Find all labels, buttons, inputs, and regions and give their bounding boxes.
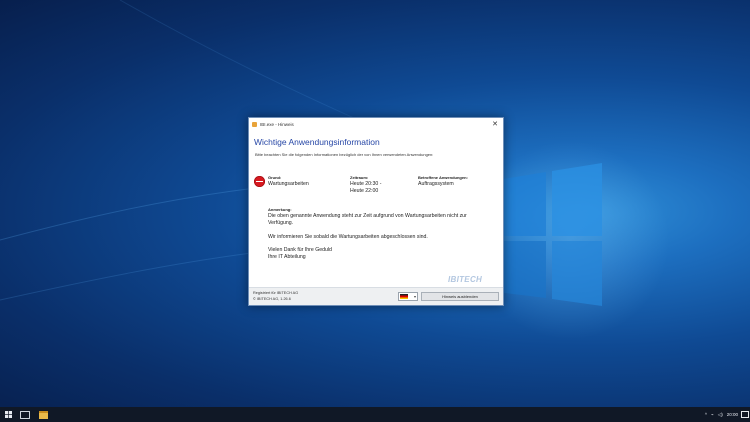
registered-text: Registriert für IBITECH AG bbox=[253, 291, 299, 295]
thanks-text: Vielen Dank für Ihre Geduld bbox=[268, 247, 332, 253]
clock[interactable]: 20:00 bbox=[727, 412, 738, 417]
task-view-icon bbox=[20, 410, 30, 419]
flag-de-icon bbox=[400, 294, 408, 299]
notification-button[interactable] bbox=[740, 407, 750, 422]
file-explorer-button[interactable] bbox=[34, 407, 52, 422]
dialog-title: IBI.exe - Hinweis bbox=[260, 121, 294, 127]
note-label: Anmerkung: bbox=[268, 207, 292, 212]
signature-text: Ihre IT Abteilung bbox=[268, 254, 306, 260]
hide-notice-button[interactable]: Hinweis ausblenden bbox=[421, 292, 499, 301]
tray-chevron-icon[interactable]: ^ bbox=[705, 412, 707, 417]
language-select[interactable]: ▾ bbox=[398, 292, 418, 301]
file-explorer-icon bbox=[38, 410, 48, 419]
zeitraum-label: Zeitraum: bbox=[350, 175, 369, 180]
taskbar: ^ ⌁ ◁) 20:00 bbox=[0, 407, 750, 422]
hint-dialog: IBI.exe - Hinweis ✕ Wichtige Anwendungsi… bbox=[248, 117, 504, 306]
ibitech-logo: IBITECH bbox=[448, 275, 483, 284]
apps-value: Auftragssystem bbox=[418, 181, 454, 187]
system-tray: ^ ⌁ ◁) 20:00 bbox=[703, 407, 750, 422]
task-view-button[interactable] bbox=[16, 407, 34, 422]
windows-start-icon bbox=[4, 411, 12, 418]
zeitraum-to: Heute 22:00 bbox=[350, 188, 379, 194]
stop-icon bbox=[254, 176, 265, 187]
copyright-text: © IBITECH AG, 1.26.6 bbox=[253, 297, 291, 301]
volume-icon[interactable]: ◁) bbox=[718, 412, 723, 418]
apps-label: Betroffene Anwendungen: bbox=[418, 175, 468, 180]
desktop: IBI.exe - Hinweis ✕ Wichtige Anwendungsi… bbox=[0, 0, 750, 407]
dialog-intro: Bitte beachten Sie die folgenden Informa… bbox=[255, 152, 434, 157]
network-icon[interactable]: ⌁ bbox=[711, 412, 714, 418]
dialog-footer: Registriert für IBITECH AG © IBITECH AG,… bbox=[249, 287, 503, 305]
zeitraum-from: Heute 20:30 - bbox=[350, 181, 382, 187]
notification-icon bbox=[741, 411, 749, 418]
chevron-down-icon: ▾ bbox=[413, 294, 416, 299]
dialog-heading: Wichtige Anwendungsinformation bbox=[254, 137, 380, 147]
close-icon[interactable]: ✕ bbox=[492, 121, 498, 128]
grund-label: Grund: bbox=[268, 175, 282, 180]
grund-value: Wartungsarbeiten bbox=[268, 181, 309, 187]
info-text: Wir informieren Sie sobald die Wartungsa… bbox=[268, 234, 428, 240]
start-button[interactable] bbox=[0, 407, 16, 422]
dialog-titlebar: IBI.exe - Hinweis ✕ bbox=[249, 118, 503, 130]
note-text: Die oben genannte Anwendung steht zur Ze… bbox=[268, 213, 467, 226]
app-icon bbox=[252, 121, 257, 127]
